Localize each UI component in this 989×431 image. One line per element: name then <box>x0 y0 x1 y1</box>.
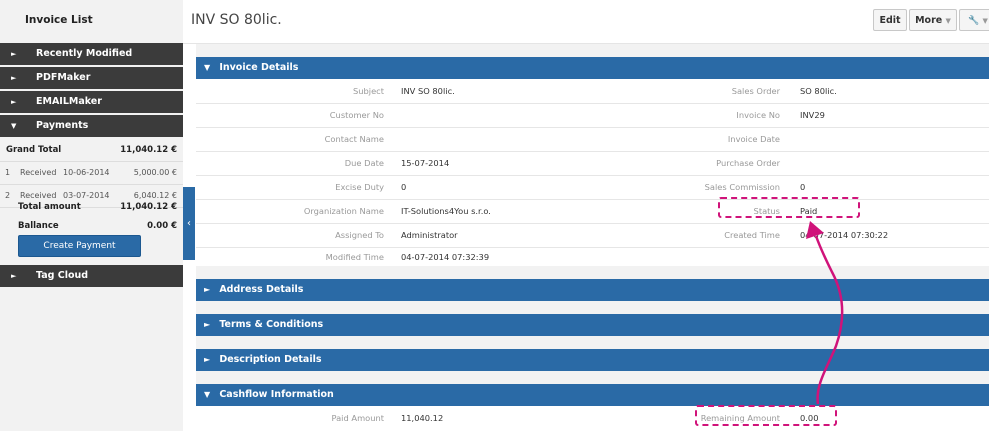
sidebar-title: Invoice List <box>25 14 93 26</box>
field-label: Excise Duty <box>335 182 384 192</box>
payment-status: Received <box>20 168 57 177</box>
paid-amount-value[interactable]: 11,040.12 <box>401 406 443 430</box>
field-value[interactable]: IT-Solutions4You s.r.o. <box>401 199 491 223</box>
expanded-arrow-icon: ▼ <box>11 122 17 130</box>
detail-row: Organization Name IT-Solutions4You s.r.o… <box>196 199 989 224</box>
block-header-cashflow-information[interactable]: ▼ Cashflow Information <box>196 384 989 406</box>
balance-value: 0.00 € <box>147 221 177 231</box>
grand-total-row: Grand Total 11,040.12 € <box>0 139 183 162</box>
detail-row: Modified Time 04-07-2014 07:32:39 <box>196 245 989 269</box>
detail-row: Subject INV SO 80lic. Sales Order SO 80l… <box>196 79 989 104</box>
detail-row: Due Date 15-07-2014 Purchase Order <box>196 151 989 176</box>
block-header-description-details[interactable]: ► Description Details <box>196 349 989 371</box>
total-amount-row: Total amount 11,040.12 € <box>0 197 183 217</box>
edit-button[interactable]: Edit <box>873 9 907 31</box>
sidebar: Invoice List ► Recently Modified ► PDFMa… <box>0 0 183 431</box>
field-label: Created Time <box>724 230 780 240</box>
field-label: Assigned To <box>335 230 384 240</box>
collapsed-arrow-icon: ► <box>11 50 17 58</box>
remaining-amount-highlight-box <box>695 405 837 426</box>
field-value[interactable]: 15-07-2014 <box>401 151 449 175</box>
sidebar-section-label: Payments <box>36 120 89 131</box>
sidebar-section-tag-cloud[interactable]: ► Tag Cloud <box>0 265 183 289</box>
block-header-address-details[interactable]: ► Address Details <box>196 279 989 301</box>
detail-row: Customer No Invoice No INV29 <box>196 103 989 128</box>
sidebar-section-label: Recently Modified <box>36 48 133 59</box>
grand-total-label: Grand Total <box>6 145 62 155</box>
more-button[interactable]: More ▼ <box>909 9 957 31</box>
collapsed-arrow-icon: ► <box>11 98 17 106</box>
create-payment-button[interactable]: Create Payment <box>18 235 141 257</box>
collapsed-arrow-icon: ► <box>204 285 211 294</box>
detail-row: Excise Duty 0 Sales Commission 0 <box>196 175 989 200</box>
block-title: Cashflow Information <box>219 389 334 400</box>
field-value[interactable]: 04-07-2014 07:30:22 <box>800 223 888 247</box>
collapsed-arrow-icon: ► <box>204 355 211 364</box>
paid-amount-label: Paid Amount <box>331 413 384 423</box>
cashflow-row: Paid Amount 11,040.12 Remaining Amount 0… <box>196 406 989 430</box>
block-title: Invoice Details <box>219 62 299 73</box>
chevron-down-icon: ▼ <box>945 17 951 25</box>
field-label: Invoice Date <box>727 134 780 144</box>
block-header-terms-conditions[interactable]: ► Terms & Conditions <box>196 314 989 336</box>
expanded-arrow-icon: ▼ <box>204 63 211 72</box>
collapsed-arrow-icon: ► <box>11 74 17 82</box>
field-label: Purchase Order <box>716 158 780 168</box>
chevron-down-icon: ▼ <box>982 17 988 25</box>
payment-date: 10-06-2014 <box>63 168 110 177</box>
settings-button[interactable]: 🔧 ▼ <box>959 9 989 31</box>
grand-total-value: 11,040.12 € <box>120 145 177 155</box>
field-value[interactable]: Administrator <box>401 223 458 247</box>
block-title: Description Details <box>219 354 322 365</box>
wrench-icon: 🔧 <box>968 16 980 26</box>
block-header-invoice-details[interactable]: ▼ Invoice Details <box>196 57 989 79</box>
field-label: Subject <box>352 86 384 96</box>
more-label: More <box>915 15 943 26</box>
payment-row[interactable]: 1 Received 10-06-2014 5,000.00 € <box>0 162 183 185</box>
field-label: Modified Time <box>325 252 384 262</box>
chevron-left-icon: ‹ <box>187 218 191 229</box>
block-gap <box>196 301 989 314</box>
sidebar-section-label: PDFMaker <box>36 72 91 83</box>
block-title: Address Details <box>219 284 304 295</box>
status-highlight-box <box>718 197 860 218</box>
field-label: Invoice No <box>736 110 780 120</box>
field-label: Sales Commission <box>704 182 780 192</box>
block-gap <box>196 371 989 384</box>
block-gap <box>196 336 989 349</box>
field-value[interactable]: SO 80lic. <box>800 79 837 103</box>
collapsed-arrow-icon: ► <box>11 272 17 280</box>
expanded-arrow-icon: ▼ <box>204 390 211 399</box>
field-value[interactable]: 0 <box>401 175 406 199</box>
total-amount-value: 11,040.12 € <box>120 202 177 212</box>
field-label: Customer No <box>329 110 384 120</box>
total-amount-label: Total amount <box>18 202 81 212</box>
balance-label: Ballance <box>18 221 59 231</box>
block-title: Terms & Conditions <box>219 319 324 330</box>
field-label: Sales Order <box>731 86 780 96</box>
sidebar-section-label: Tag Cloud <box>36 270 89 281</box>
field-value[interactable]: INV SO 80lic. <box>401 79 455 103</box>
sidebar-section-emailmaker[interactable]: ► EMAILMaker <box>0 91 183 115</box>
page-title: INV SO 80lic. <box>191 12 282 28</box>
field-label: Due Date <box>344 158 384 168</box>
block-gap <box>196 44 989 57</box>
field-label: Contact Name <box>324 134 384 144</box>
payment-amount: 5,000.00 € <box>133 168 177 177</box>
sidebar-section-pdfmaker[interactable]: ► PDFMaker <box>0 67 183 91</box>
balance-row: Ballance 0.00 € <box>0 216 183 236</box>
payment-number: 1 <box>5 168 11 177</box>
sidebar-section-label: EMAILMaker <box>36 96 102 107</box>
field-value[interactable]: INV29 <box>800 103 825 127</box>
field-value[interactable]: 0 <box>800 175 805 199</box>
field-value[interactable]: 04-07-2014 07:32:39 <box>401 245 489 269</box>
sidebar-section-recently-modified[interactable]: ► Recently Modified <box>0 43 183 67</box>
sidebar-section-payments[interactable]: ▼ Payments <box>0 115 183 139</box>
collapse-sidebar-button[interactable]: ‹ <box>183 187 195 260</box>
detail-row: Contact Name Invoice Date <box>196 127 989 152</box>
collapsed-arrow-icon: ► <box>204 320 211 329</box>
field-label: Organization Name <box>303 206 384 216</box>
